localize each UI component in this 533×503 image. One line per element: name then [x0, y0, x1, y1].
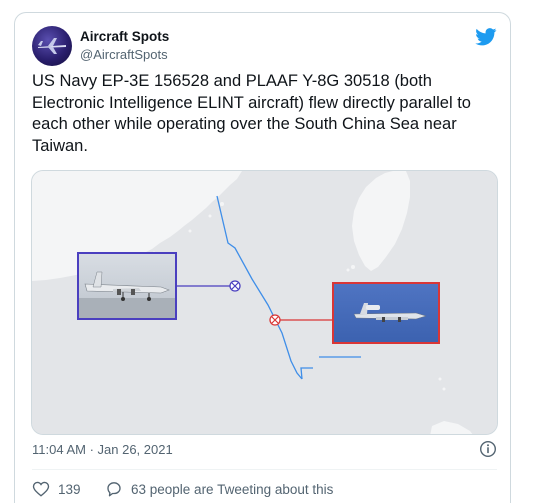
tweet-card[interactable]: Aircraft Spots @AircraftSpots US Navy EP… [14, 12, 511, 503]
ep3-aircraft-photo [77, 252, 177, 320]
divider [32, 469, 497, 470]
tweet-actions: 139 63 people are Tweeting about this [32, 478, 497, 500]
like-count: 139 [58, 481, 81, 497]
ep3-aircraft-image [79, 271, 175, 318]
conversation-count: 63 people are Tweeting about this [131, 481, 334, 497]
avatar[interactable] [32, 26, 72, 66]
twitter-bird-icon[interactable] [475, 28, 497, 46]
conversation-link[interactable]: 63 people are Tweeting about this [105, 478, 333, 500]
tweet-header: Aircraft Spots @AircraftSpots [32, 26, 497, 76]
y8-position-marker [269, 314, 281, 326]
heart-icon [32, 481, 50, 497]
speech-bubble-icon [107, 482, 121, 497]
tweet-meta: 11:04 AM · Jan 26, 2021 [32, 440, 497, 460]
ep3-position-marker [229, 280, 241, 292]
y8-aircraft-image [353, 303, 427, 322]
author-handle[interactable]: @AircraftSpots [80, 47, 168, 62]
tweet-text: US Navy EP-3E 156528 and PLAAF Y-8G 3051… [32, 72, 471, 155]
tweet-timestamp[interactable]: 11:04 AM · Jan 26, 2021 [32, 442, 173, 457]
info-icon[interactable] [479, 440, 497, 458]
like-button[interactable]: 139 [32, 478, 81, 500]
author-name[interactable]: Aircraft Spots [80, 29, 169, 44]
y8-aircraft-photo [332, 282, 440, 344]
tweet-media-map[interactable] [31, 170, 498, 435]
